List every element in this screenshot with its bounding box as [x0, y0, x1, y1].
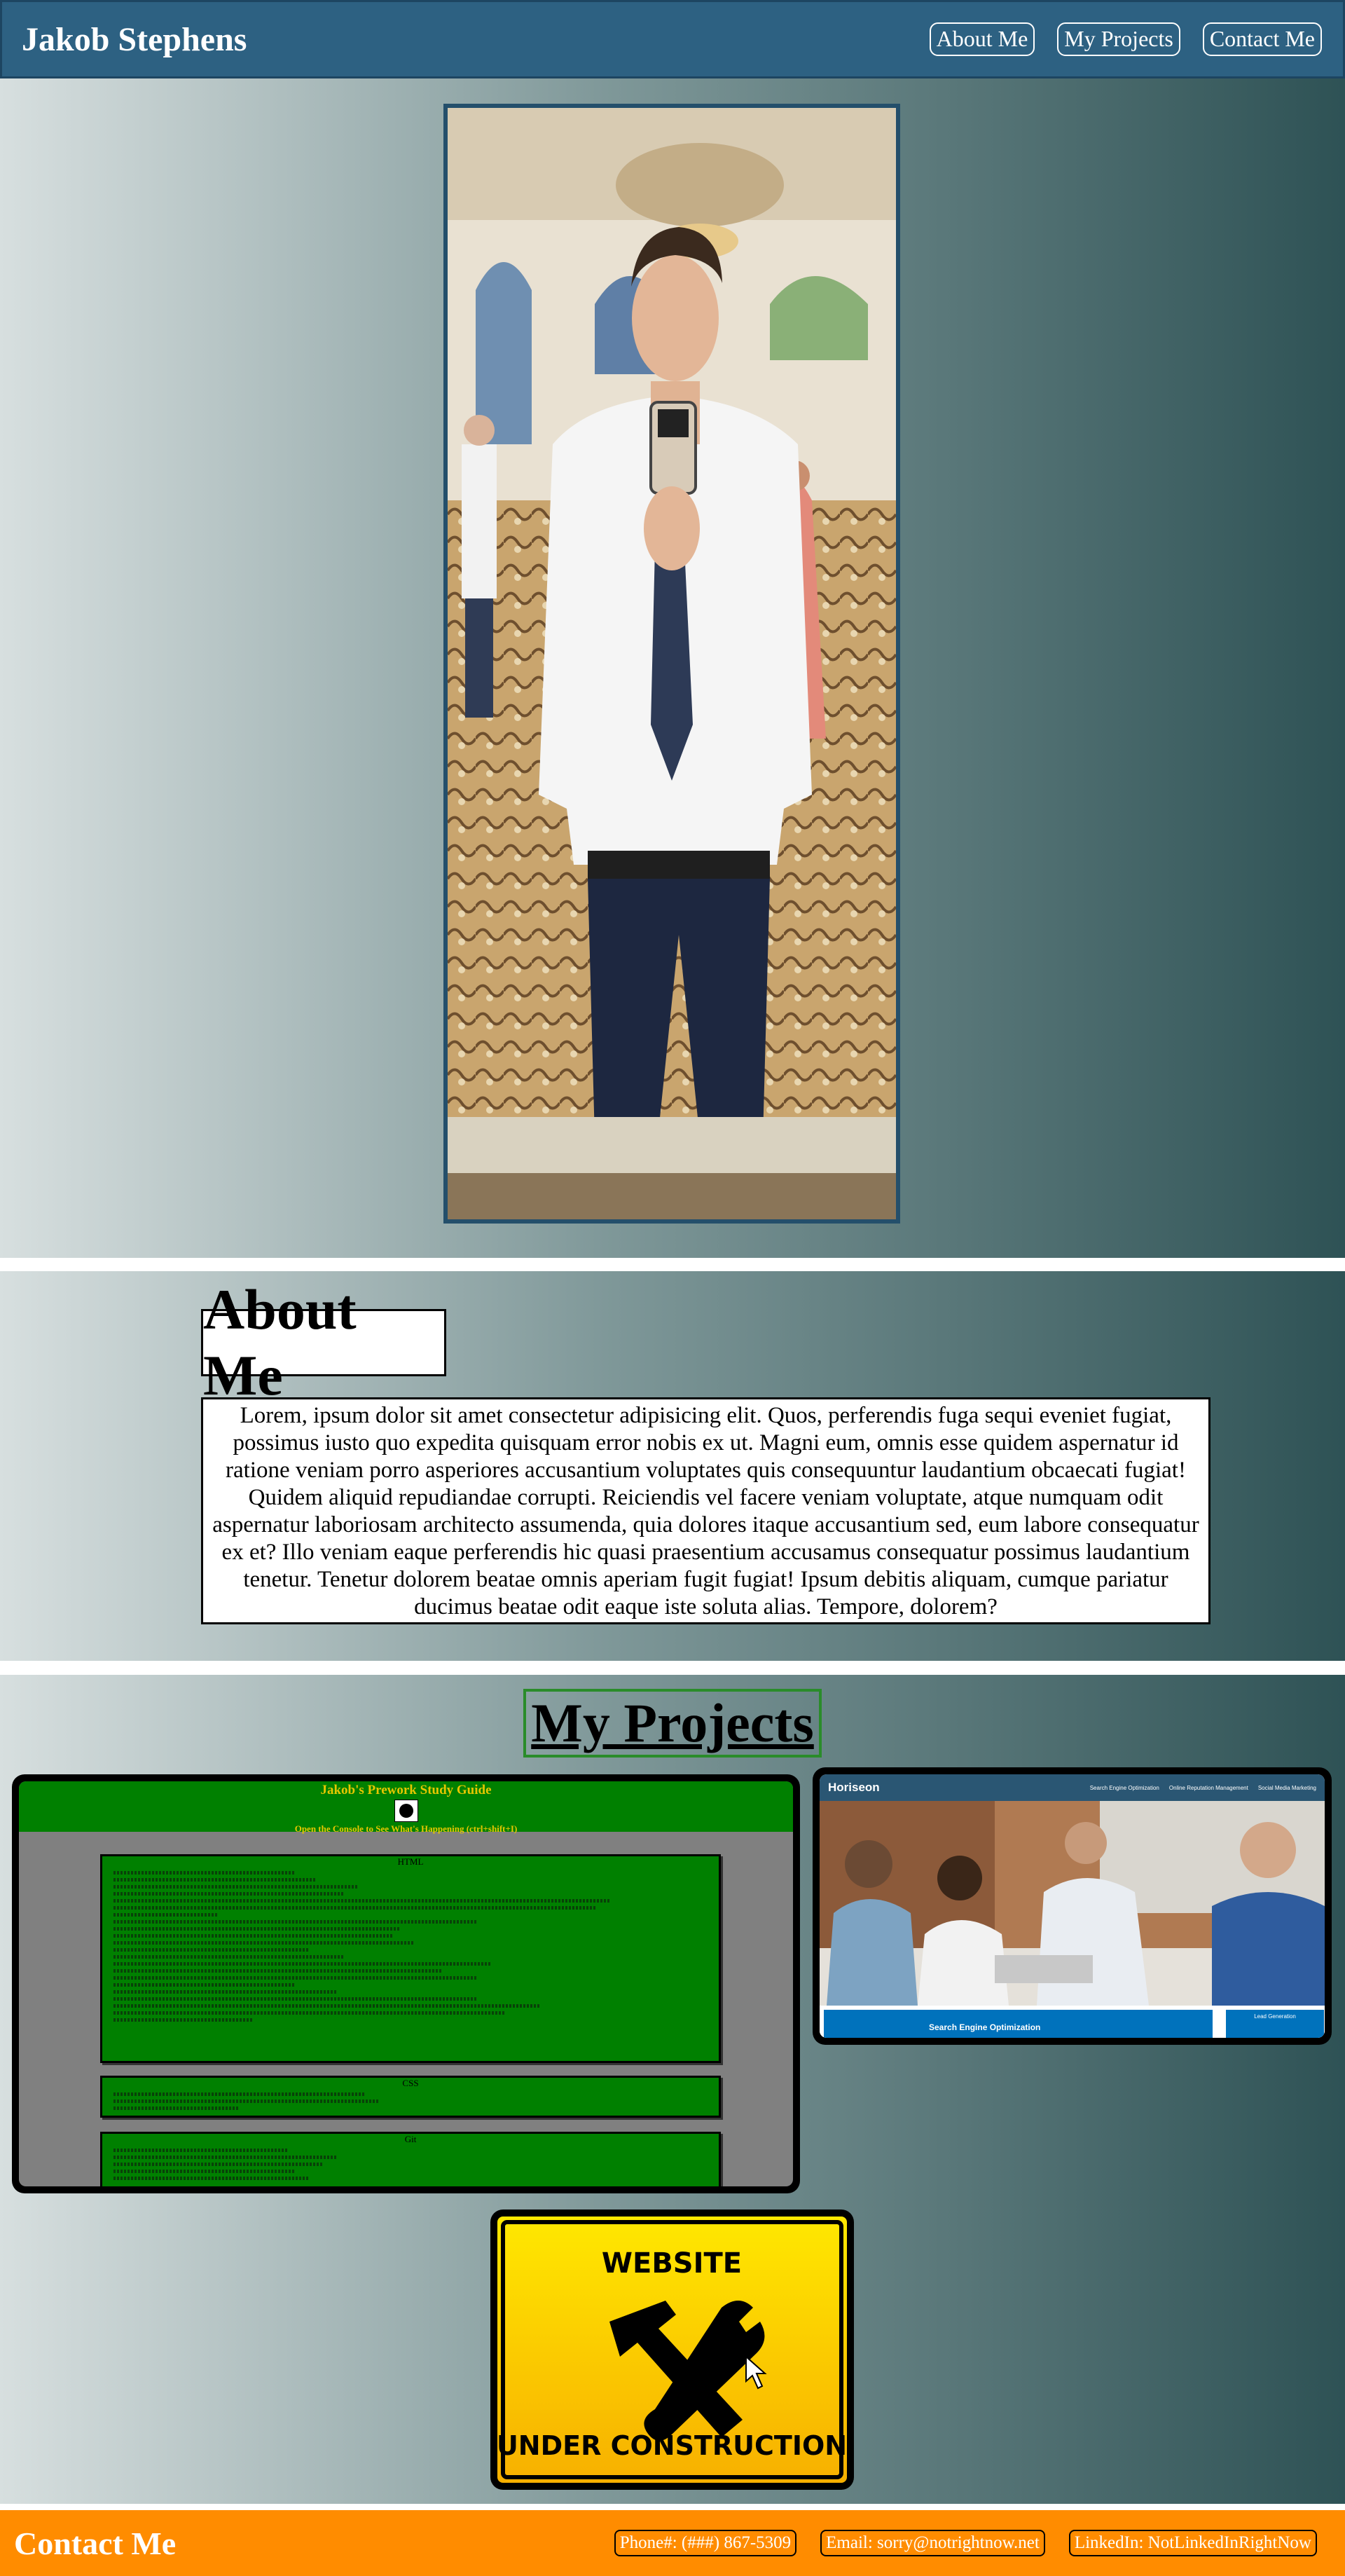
study-guide-title: Jakob's Prework Study Guide	[320, 1783, 492, 1797]
horiseon-header: Horiseon Search Engine Optimization Onli…	[820, 1774, 1325, 1801]
project-card-under-construction[interactable]: WEBSITE UNDER CONSTRUCTION	[490, 2210, 854, 2490]
nav-my-projects[interactable]: My Projects	[1057, 22, 1180, 56]
study-guide-header: Jakob's Prework Study Guide Open the Con…	[19, 1781, 793, 1834]
project-card-horiseon[interactable]: Horiseon Search Engine Optimization Onli…	[813, 1767, 1332, 2045]
nav-contact-me[interactable]: Contact Me	[1202, 22, 1322, 56]
study-guide-section-html: HTML	[100, 1854, 721, 2063]
github-icon	[394, 1800, 418, 1822]
project-card-study-guide[interactable]: Jakob's Prework Study Guide Open the Con…	[12, 1774, 800, 2193]
contact-email[interactable]: Email: sorry@notrightnow.net	[820, 2530, 1045, 2556]
horiseon-nav: Search Engine Optimization Online Reputa…	[1090, 1785, 1316, 1791]
projects-title: My Projects	[523, 1689, 822, 1758]
contact-section: Contact Me Phone#: (###) 867-5309 Email:…	[0, 2510, 1345, 2576]
study-guide-console-note: Open the Console to See What's Happening…	[294, 1823, 518, 1834]
study-guide-section-title: Git	[404, 2134, 417, 2144]
horiseon-hero-image	[820, 1801, 1325, 2006]
construction-top-text: WEBSITE	[602, 2247, 742, 2280]
site-header: Jakob Stephens About Me My Projects Cont…	[0, 0, 1345, 78]
contact-list: Phone#: (###) 867-5309 Email: sorry@notr…	[614, 2530, 1317, 2556]
under-construction-sign: WEBSITE UNDER CONSTRUCTION	[497, 2217, 847, 2483]
site-owner-name: Jakob Stephens	[22, 20, 247, 58]
main-nav: About Me My Projects Contact Me	[929, 22, 1322, 56]
profile-photo	[443, 104, 900, 1224]
hero-section	[0, 78, 1345, 1258]
study-guide-section-title: CSS	[402, 2078, 419, 2088]
study-guide-section-git: Git	[100, 2132, 721, 2186]
contact-title: Contact Me	[14, 2525, 177, 2561]
construction-bottom-text: UNDER CONSTRUCTION	[497, 2430, 847, 2461]
projects-section: My Projects Jakob's Prework Study Guide …	[0, 1675, 1345, 2504]
horiseon-content: Search Engine Optimization Lead Generati…	[820, 2006, 1325, 2038]
study-guide-preview: Jakob's Prework Study Guide Open the Con…	[19, 1781, 793, 2186]
horiseon-logo: Horiseon	[828, 1781, 880, 1794]
about-section: About Me Lorem, ipsum dolor sit amet con…	[0, 1271, 1345, 1661]
horiseon-nav-item: Social Media Marketing	[1257, 1784, 1316, 1791]
about-text: Lorem, ipsum dolor sit amet consectetur …	[201, 1397, 1210, 1624]
nav-about-me[interactable]: About Me	[929, 22, 1035, 56]
horiseon-lead-banner: Lead Generation	[1226, 2010, 1324, 2038]
horiseon-nav-item: Online Reputation Management	[1168, 1784, 1248, 1791]
horiseon-nav-item: Search Engine Optimization	[1089, 1784, 1159, 1791]
contact-phone[interactable]: Phone#: (###) 867-5309	[614, 2530, 797, 2556]
contact-linkedin[interactable]: LinkedIn: NotLinkedInRightNow	[1068, 2530, 1317, 2556]
study-guide-section-css: CSS	[100, 2076, 721, 2118]
horiseon-seo-banner: Search Engine Optimization	[824, 2010, 1213, 2038]
profile-photo-illustration	[448, 108, 896, 1219]
horiseon-preview: Horiseon Search Engine Optimization Onli…	[820, 1774, 1325, 2038]
study-guide-section-title: HTML	[397, 1856, 424, 1867]
under-construction-graphic: WEBSITE UNDER CONSTRUCTION	[497, 2217, 847, 2483]
about-title: About Me	[201, 1277, 446, 1407]
